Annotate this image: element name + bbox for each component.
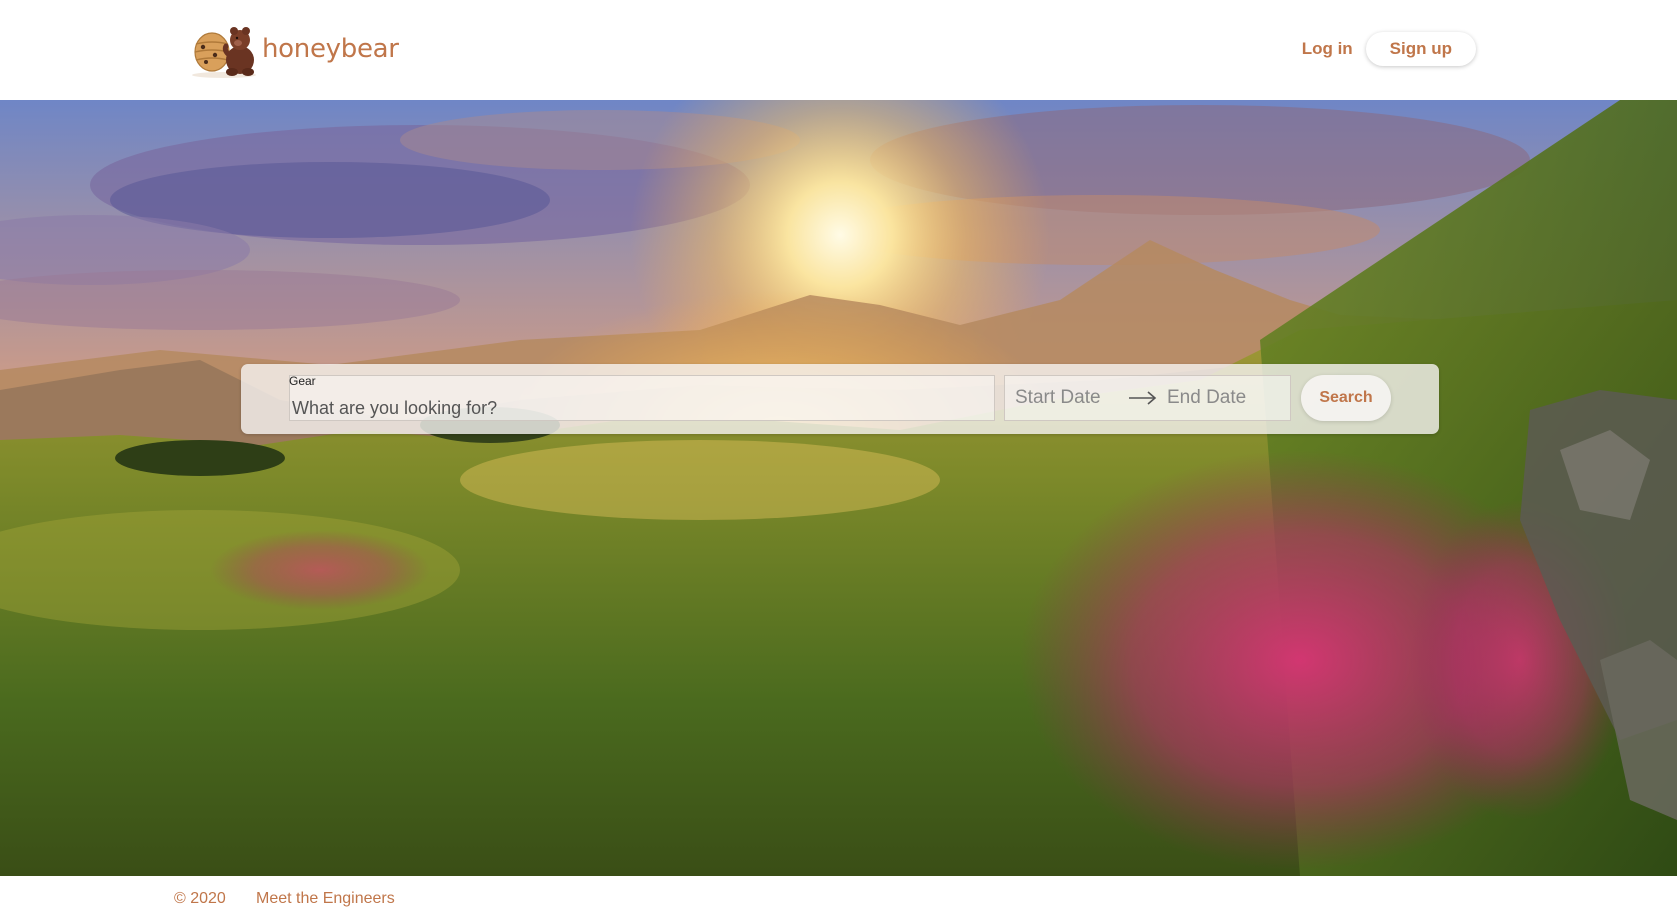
logo-link[interactable]: honeybear: [188, 20, 399, 78]
gear-label: Gear: [289, 374, 316, 388]
gear-search-input[interactable]: [289, 375, 995, 421]
end-date-input[interactable]: [1159, 387, 1279, 409]
meet-engineers-link[interactable]: Meet the Engineers: [256, 890, 395, 908]
copyright-text: © 2020: [174, 890, 226, 907]
honey-pot-bear-icon: [192, 27, 256, 78]
search-panel: Gear Search: [241, 364, 1439, 434]
hero-banner: Gear Search: [0, 100, 1677, 876]
brand-name: honeybear: [262, 34, 399, 64]
site-footer: © 2020 Meet the Engineers: [0, 876, 1677, 920]
site-header: honeybear Log in Sign up: [0, 0, 1677, 100]
login-button[interactable]: Log in: [1292, 32, 1363, 66]
start-date-input[interactable]: [1005, 387, 1115, 409]
arrow-right-icon: [1129, 391, 1157, 405]
date-range-picker[interactable]: [1004, 375, 1291, 421]
hero-landscape-image: [0, 100, 1677, 876]
auth-buttons: Log in Sign up: [1292, 32, 1476, 66]
signup-button[interactable]: Sign up: [1365, 32, 1476, 66]
search-button[interactable]: Search: [1301, 375, 1391, 421]
